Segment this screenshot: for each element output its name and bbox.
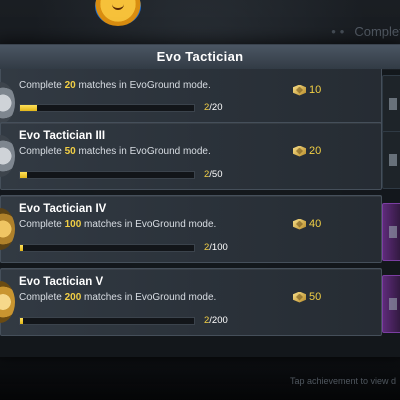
progress-text: 2/100 <box>204 242 228 253</box>
reward-points: 10 <box>309 84 322 96</box>
achievement-badge-icon <box>0 281 15 323</box>
achievement-description: Complete 20 matches in EvoGround mode. <box>19 80 211 91</box>
achievement-row[interactable]: Evo Tactician IV Complete 100 matches in… <box>0 195 382 263</box>
achievement-row[interactable]: Evo Tactician III Complete 50 matches in… <box>0 122 382 190</box>
card-peek <box>389 154 397 166</box>
achievement-title: Evo Tactician III <box>19 130 106 142</box>
progress-bar <box>19 244 195 252</box>
achievement-badge-icon <box>0 208 15 250</box>
side-card <box>382 131 400 189</box>
reward: 10 <box>293 82 321 98</box>
achievement-points-icon <box>293 219 306 230</box>
progress-fill <box>20 105 38 111</box>
achievement-badge-icon <box>0 135 15 177</box>
card-peek <box>389 298 397 310</box>
achievement-points-icon <box>293 146 306 157</box>
progress-text: 2/200 <box>204 315 228 326</box>
achievement-dialog: Evo Tactician Complete 20 matches in Evo… <box>0 44 400 357</box>
card-peek <box>389 98 397 110</box>
side-card <box>382 275 400 333</box>
progress-bar <box>19 104 195 112</box>
progress-text: 2/20 <box>204 102 223 113</box>
side-card <box>382 203 400 261</box>
achievement-description: Complete 200 matches in EvoGround mode. <box>19 292 217 303</box>
achievement-title: Evo Tactician V <box>19 276 104 288</box>
card-peek <box>389 226 397 238</box>
background-tab-text: Complete <box>354 24 400 39</box>
background-tab-label: •• Complete <box>331 24 400 39</box>
reward-points: 50 <box>309 291 322 303</box>
achievement-description: Complete 100 matches in EvoGround mode. <box>19 219 217 230</box>
progress-text: 2/50 <box>204 169 223 180</box>
dialog-title: Evo Tactician <box>0 45 400 70</box>
reward: 20 <box>293 143 321 159</box>
side-card <box>382 75 400 133</box>
achievement-title: Evo Tactician IV <box>19 203 107 215</box>
reward: 40 <box>293 216 321 232</box>
bottom-hint: Tap achievement to view d <box>289 376 396 386</box>
achievement-badge-icon <box>0 82 15 124</box>
progress-bar <box>19 171 195 179</box>
progress-fill <box>20 245 24 251</box>
progress-fill <box>20 318 23 324</box>
reward-points: 40 <box>309 218 322 230</box>
progress-bar <box>19 317 195 325</box>
dots-icon: •• <box>331 24 349 39</box>
progress-fill <box>20 172 27 178</box>
reward-points: 20 <box>309 145 322 157</box>
achievement-row[interactable]: Evo Tactician V Complete 200 matches in … <box>0 268 382 336</box>
achievement-description: Complete 50 matches in EvoGround mode. <box>19 146 211 157</box>
achievement-points-icon <box>293 85 306 96</box>
achievement-points-icon <box>293 292 306 303</box>
reward: 50 <box>293 289 321 305</box>
